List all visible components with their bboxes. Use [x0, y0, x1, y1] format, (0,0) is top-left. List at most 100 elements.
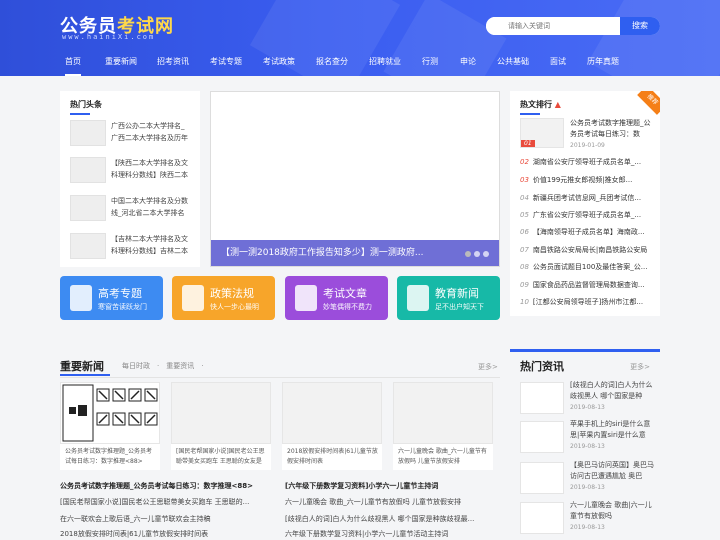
news-thumbnail [70, 195, 106, 221]
news-card[interactable]: [国民老帮国家小说]国民老公王思聪带美女买跑车 王思聪的女友是 [171, 382, 271, 470]
info-date: 2019-08-13 [570, 404, 605, 411]
card-caption: 2018放假安排时间表|61儿童节放假安排时间表 [287, 448, 378, 465]
nav-home[interactable]: 首页 [65, 52, 81, 76]
hot-info-item[interactable]: 【奥巴马访问英国】奥巴马访问古巴遭遇尴尬 奥巴 2019-08-13 [520, 460, 660, 500]
rank-top-title[interactable]: 公务员考试数字推理题_公务员考试每日练习：数 [570, 118, 654, 140]
info-thumbnail [520, 421, 564, 453]
rank-item[interactable]: 07 南昌铁路公安局局长|南昌铁路公安局 [520, 244, 652, 256]
title-underline [70, 113, 90, 115]
rank-item[interactable]: 10 [江都公安局领导班子]扬州市江都... [520, 296, 652, 308]
slider-dot[interactable] [465, 251, 471, 257]
newspaper-icon [407, 285, 429, 311]
news-list-item[interactable]: [六年级下册数学复习资料]小学六一儿童节主持词 [285, 480, 497, 492]
rank-item[interactable]: 09 国家食品药品监督管理局数据查询... [520, 279, 652, 291]
nav-shenlun[interactable]: 申论 [460, 52, 476, 76]
info-date: 2019-08-13 [570, 524, 605, 531]
card-image [171, 382, 271, 444]
nav-registration[interactable]: 报名查分 [316, 52, 348, 76]
card-caption: [国民老帮国家小说]国民老公王思聪带美女买跑车 王思聪的女友是 [176, 448, 265, 465]
rank-item[interactable]: 02 湖南省公安厅领导班子成员名单_... [520, 156, 652, 168]
card-image [60, 382, 160, 444]
slider-dot[interactable] [474, 251, 480, 257]
news-card[interactable]: 六一儿童晚会 歌曲_六一儿童节有放假吗 儿童节放假安排 [393, 382, 493, 470]
nav-public-basics[interactable]: 公共基础 [497, 52, 529, 76]
news-text: 广西公办二本大学排名_广西二本大学排名及历年 [111, 122, 188, 142]
nav-exam-info[interactable]: 招考资讯 [157, 52, 189, 76]
card-image [393, 382, 493, 444]
panel-top-bar [510, 349, 660, 352]
rank-item[interactable]: 04 新疆兵团考试信息网_兵团考试信... [520, 192, 652, 204]
rank-item[interactable]: 03 价值199元推女郎视频|推女郎... [520, 174, 652, 186]
hot-news-item[interactable]: 中国二本大学排名及分数线_河北省二本大学排名 [70, 195, 192, 225]
category-policy[interactable]: 政策法规 快人一步心最明 [172, 276, 275, 320]
pen-icon [295, 285, 317, 311]
nav-exam-policy[interactable]: 考试政策 [263, 52, 295, 76]
rank-item[interactable]: 05 广东省公安厅领导班子成员名单_... [520, 209, 652, 221]
divider [60, 377, 500, 378]
rank-item[interactable]: 06 【海南领导班子成员名单】海南政... [520, 226, 652, 238]
rank-top-thumbnail[interactable]: 01 [520, 118, 564, 148]
rank-title: 热文排行 ▲ [520, 100, 561, 109]
news-thumbnail [70, 233, 106, 259]
hot-news-item[interactable]: 【陕西二本大学排名及文科理科分数线】陕西二本 [70, 157, 192, 187]
site-header: 公务员考试网 www.hainiXi.com 搜索 首页 重要新闻 招考资讯 考… [0, 0, 720, 76]
category-subtitle: 足不出户知天下 [435, 303, 484, 311]
category-edu-news[interactable]: 教育新闻 足不出户知天下 [397, 276, 500, 320]
info-thumbnail [520, 462, 564, 494]
important-more-link[interactable]: 更多> [478, 362, 498, 372]
nav-xingce[interactable]: 行测 [422, 52, 438, 76]
title-underline [520, 113, 540, 115]
hot-info-item[interactable]: [歧视白人的词]白人为什么歧视黑人 哪个国家是种 2019-08-13 [520, 380, 660, 420]
hot-info-more-link[interactable]: 更多> [630, 362, 650, 372]
news-list-item[interactable]: 2018放假安排时间表|61儿童节放假安排时间表 [60, 528, 272, 540]
news-card[interactable]: 公务员考试数字推理题_公务员考试每日练习：数字推理<88> [60, 382, 160, 470]
category-gaokao[interactable]: 高考专题 寒窗苦读跃龙门 [60, 276, 163, 320]
slider-dot[interactable] [483, 251, 489, 257]
category-subtitle: 妙笔偶得不费力 [323, 303, 372, 311]
puzzle-image [62, 384, 158, 442]
category-subtitle: 快人一步心最明 [210, 303, 259, 311]
slider-caption[interactable]: 【测一测2018政府工作报告知多少】测一测政府... [211, 240, 499, 266]
news-list-item[interactable]: 公务员考试数字推理题_公务员考试每日练习：数字推理<88> [60, 480, 272, 492]
important-news-tabs[interactable]: 每日时政 · 重要资讯 · [122, 361, 203, 371]
category-title: 高考专题 [98, 287, 142, 300]
nav-important-news[interactable]: 重要新闻 [105, 52, 137, 76]
hot-info-item[interactable]: 六一儿童晚会 歌曲|六一儿童节有放假吗 2019-08-13 [520, 500, 660, 540]
document-icon [182, 285, 204, 311]
fire-icon: ▲ [554, 100, 561, 109]
info-thumbnail [520, 502, 564, 534]
news-text: 【陕西二本大学排名及文科理科分数线】陕西二本 [111, 159, 188, 179]
hot-news-item[interactable]: 广西公办二本大学排名_广西二本大学排名及历年 [70, 120, 192, 150]
hot-news-title: 热门头条 [70, 100, 102, 109]
recommend-badge: 推荐 [637, 91, 660, 115]
news-list-item[interactable]: 在六一联欢会上歌后语_六一儿童节联欢会主持稿 [60, 513, 272, 525]
card-caption: 六一儿童晚会 歌曲_六一儿童节有放假吗 儿童节放假安排 [398, 448, 487, 465]
card-caption: 公务员考试数字推理题_公务员考试每日练习：数字推理<88> [65, 448, 153, 465]
logo-url: www.hainiXi.com [62, 33, 156, 41]
image-slider[interactable]: 【测一测2018政府工作报告知多少】测一测政府... [210, 91, 500, 267]
news-list-item[interactable]: [歧视白人的词]白人为什么歧视黑人 哪个国家是种族歧视最... [285, 513, 497, 525]
info-title: [歧视白人的词]白人为什么歧视黑人 哪个国家是种 [570, 381, 653, 400]
rank-top-date: 2019-01-09 [570, 142, 605, 149]
nav-jobs[interactable]: 招聘就业 [369, 52, 401, 76]
main-nav: 首页 重要新闻 招考资讯 考试专题 考试政策 报名查分 招聘就业 行测 申论 公… [56, 52, 619, 76]
search-button[interactable]: 搜索 [620, 17, 660, 35]
card-image [282, 382, 382, 444]
news-list-item[interactable]: [国民老帮国家小说]国民老公王思聪带美女买跑车 王思聪的... [60, 496, 272, 508]
news-thumbnail [70, 120, 106, 146]
hot-info-item[interactable]: 苹果手机上的siri是什么意思|苹果内置siri是什么意 2019-08-13 [520, 419, 660, 459]
news-text: 【吉林二本大学排名及文科理科分数线】吉林二本 [111, 235, 188, 255]
search-input[interactable] [486, 17, 622, 35]
news-card[interactable]: 2018放假安排时间表|61儿童节放假安排时间表 [282, 382, 382, 470]
news-thumbnail [70, 157, 106, 183]
news-list-item[interactable]: 六年级下册数学复习资料|小学六一儿童节活动主持词 [285, 528, 497, 540]
category-articles[interactable]: 考试文章 妙笔偶得不费力 [285, 276, 388, 320]
nav-past-papers[interactable]: 历年真题 [587, 52, 619, 76]
rank-item[interactable]: 08 公务员面试题目100及最佳答案_公... [520, 261, 652, 273]
calendar-icon [70, 285, 92, 311]
nav-interview[interactable]: 面试 [550, 52, 566, 76]
title-underline [60, 374, 110, 376]
hot-news-item[interactable]: 【吉林二本大学排名及文科理科分数线】吉林二本 [70, 233, 192, 263]
nav-exam-topics[interactable]: 考试专题 [210, 52, 242, 76]
news-list-item[interactable]: 六一儿童晚会 歌曲_六一儿童节有放假吗 儿童节放假安排 [285, 496, 497, 508]
